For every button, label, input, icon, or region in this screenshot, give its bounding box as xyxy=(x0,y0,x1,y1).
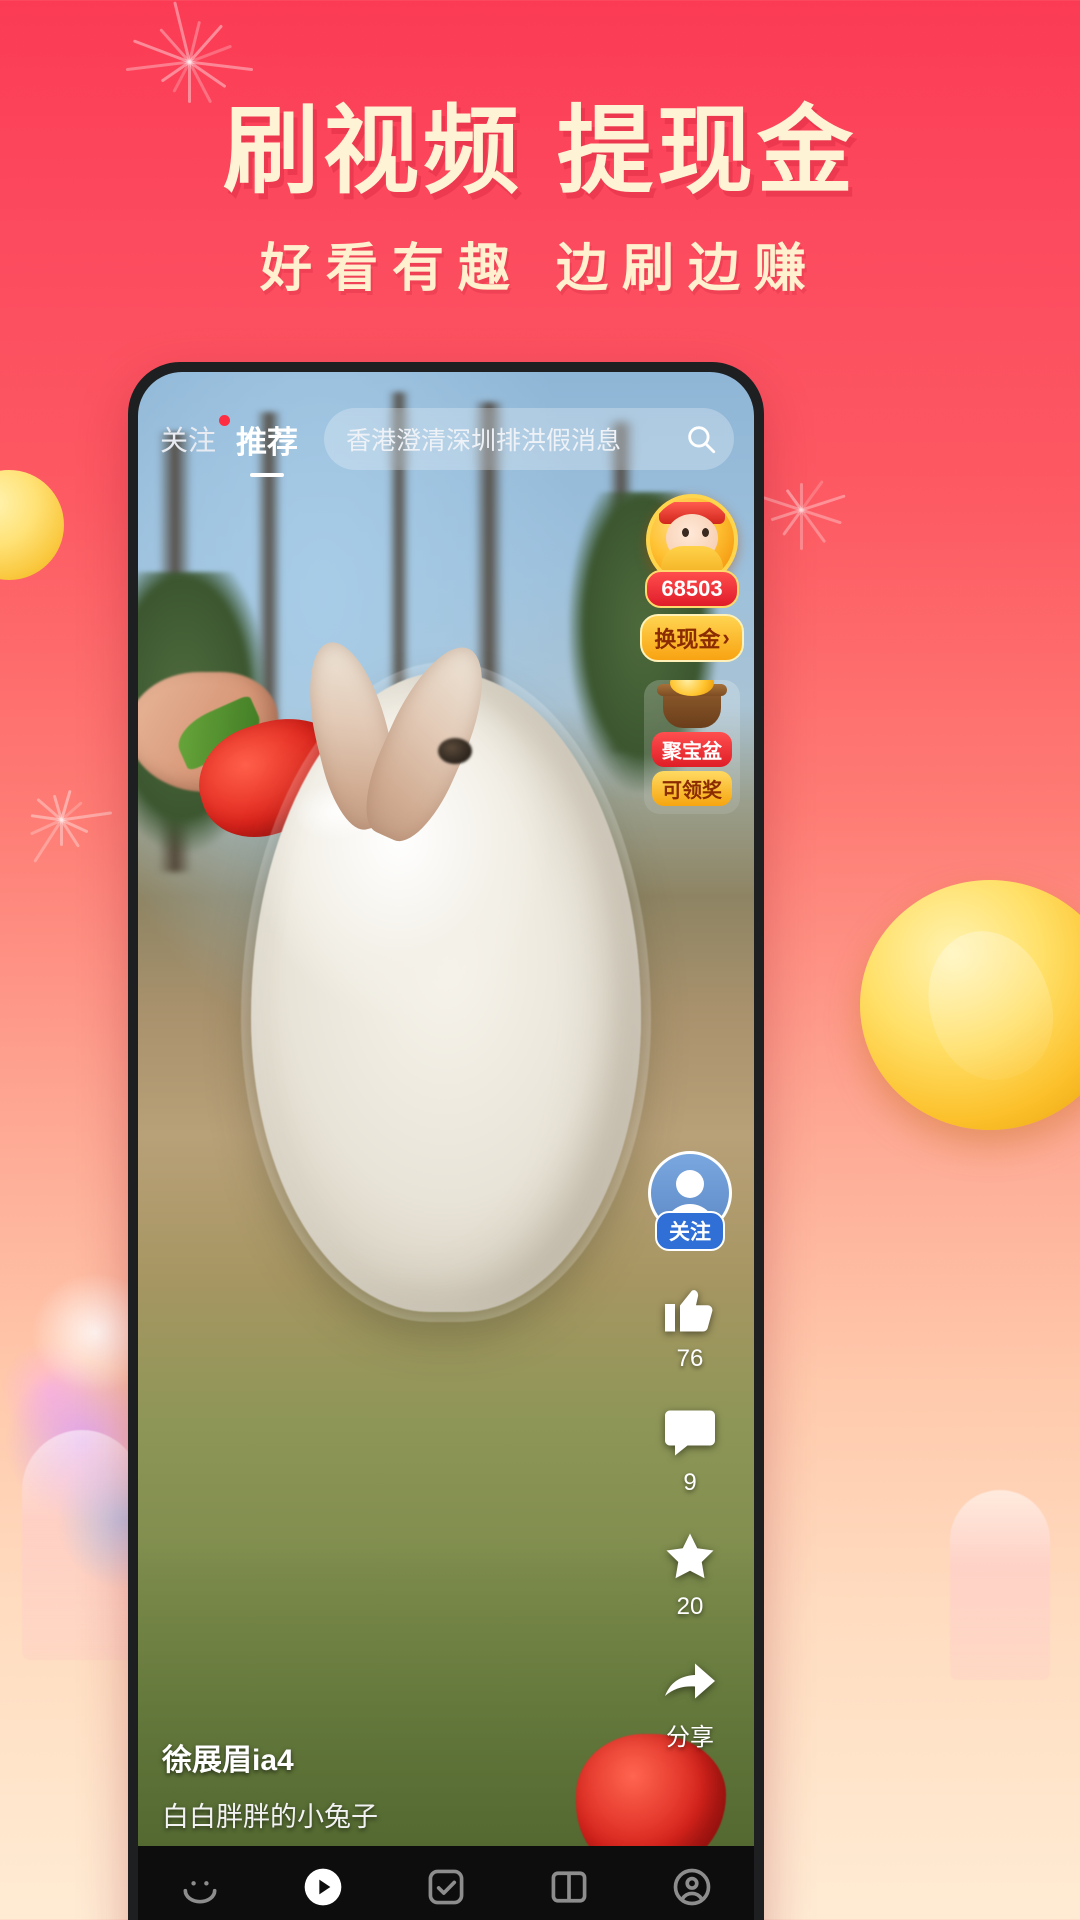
chevron-right-icon: › xyxy=(722,625,729,651)
coin-decoration-left xyxy=(0,470,64,580)
treasure-pot-icon xyxy=(663,688,721,728)
comment-count: 9 xyxy=(683,1469,696,1497)
treasure-subtitle: 可领奖 xyxy=(652,771,732,806)
coin-count-badge: 68503 xyxy=(645,570,738,608)
promo-headline: 刷视频 提现金 xyxy=(0,96,1080,206)
comment-icon[interactable] xyxy=(660,1403,720,1463)
nav-item-1[interactable]: 视频 xyxy=(261,1865,384,1920)
post-caption-area: 徐展眉ia4 白白胖胖的小兔子 xyxy=(162,1735,378,1834)
like-action[interactable]: 76 xyxy=(660,1279,720,1373)
rabbit-eye xyxy=(438,738,472,764)
share-label: 分享 xyxy=(666,1717,714,1752)
pillar-decoration-right xyxy=(950,1490,1050,1680)
coin-reward-widget[interactable]: 68503 换现金 › xyxy=(644,494,740,662)
promo-subheadline: 好看有趣 边刷边赚 xyxy=(0,226,1080,301)
search-icon[interactable] xyxy=(684,422,718,456)
cash-out-button[interactable]: 换现金 › xyxy=(640,614,743,662)
tab-active-underline xyxy=(250,473,284,477)
nav-label-2: 任务 xyxy=(423,1915,469,1920)
bottom-navigation: 百度 视频 任务 小说 我的 xyxy=(138,1846,754,1920)
tab-follow-label: 关注 xyxy=(160,425,216,456)
headline-part-2: 提现金 xyxy=(557,95,857,207)
tab-follow[interactable]: 关注 xyxy=(158,417,218,461)
tab-recommend-label: 推荐 xyxy=(236,425,298,460)
nav-label-1: 视频 xyxy=(300,1915,346,1920)
nav-item-4[interactable]: 我的 xyxy=(631,1865,754,1920)
post-description: 白白胖胖的小兔子 xyxy=(162,1795,378,1834)
search-input[interactable]: 香港澄清深圳排洪假消息 xyxy=(346,421,684,457)
nav-label-3: 小说 xyxy=(546,1915,592,1920)
nav-item-3[interactable]: 小说 xyxy=(508,1865,631,1920)
coin-decoration-right xyxy=(860,880,1080,1130)
headline-part-1: 刷视频 xyxy=(223,95,523,207)
nav-item-0[interactable]: 百度 xyxy=(138,1865,261,1920)
book-icon[interactable] xyxy=(547,1865,591,1909)
phone-mockup: 关注 推荐 香港澄清深圳排洪假消息 68503 换现金 › 聚宝盆 可领奖 关注… xyxy=(128,362,764,1920)
thumbs-up-icon[interactable] xyxy=(660,1279,720,1339)
treasure-pot-widget[interactable]: 聚宝盆 可领奖 xyxy=(644,680,740,814)
promo-headline-block: 刷视频 提现金 好看有趣 边刷边赚 xyxy=(0,96,1080,301)
star-icon[interactable] xyxy=(660,1527,720,1587)
like-count: 76 xyxy=(677,1345,704,1373)
task-check-icon[interactable] xyxy=(424,1865,468,1909)
app-topbar: 关注 推荐 香港澄清深圳排洪假消息 xyxy=(138,408,754,470)
profile-icon[interactable] xyxy=(670,1865,714,1909)
cash-out-label: 换现金 xyxy=(654,622,720,654)
nav-label-0: 百度 xyxy=(177,1915,223,1920)
post-author[interactable]: 徐展眉ia4 xyxy=(162,1735,378,1779)
nav-label-4: 我的 xyxy=(669,1915,715,1920)
comment-action[interactable]: 9 xyxy=(660,1403,720,1497)
video-play-icon[interactable] xyxy=(301,1865,345,1909)
favorite-count: 20 xyxy=(677,1593,704,1621)
nav-item-2[interactable]: 任务 xyxy=(384,1865,507,1920)
share-action[interactable]: 分享 xyxy=(660,1651,720,1752)
reward-widgets: 68503 换现金 › 聚宝盆 可领奖 xyxy=(644,494,740,814)
phone-screen: 关注 推荐 香港澄清深圳排洪假消息 68503 换现金 › 聚宝盆 可领奖 关注… xyxy=(138,372,754,1920)
baidu-paw-icon[interactable] xyxy=(178,1865,222,1909)
tab-recommend[interactable]: 推荐 xyxy=(234,415,300,464)
search-bar[interactable]: 香港澄清深圳排洪假消息 xyxy=(324,408,734,470)
pillar-decoration-left xyxy=(22,1430,142,1660)
favorite-action[interactable]: 20 xyxy=(660,1527,720,1621)
share-icon[interactable] xyxy=(660,1651,720,1711)
action-rail: 关注 76 9 20 分享 xyxy=(648,1151,732,1752)
author-avatar-block[interactable]: 关注 xyxy=(648,1151,732,1235)
new-dot-icon xyxy=(219,415,230,426)
treasure-title: 聚宝盆 xyxy=(652,732,732,767)
follow-button[interactable]: 关注 xyxy=(655,1211,725,1251)
